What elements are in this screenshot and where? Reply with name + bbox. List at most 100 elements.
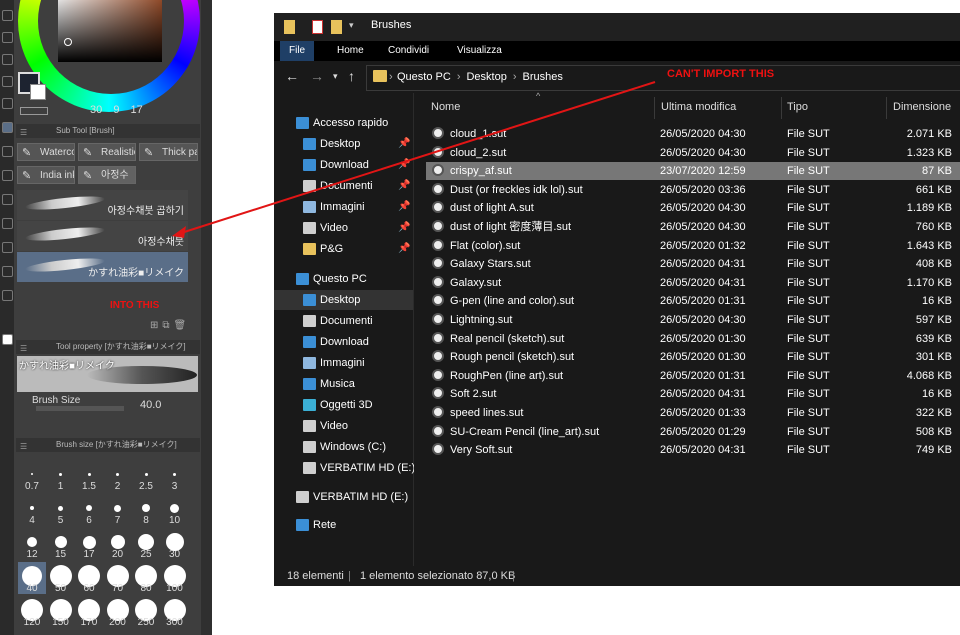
nav-item-documenti[interactable]: Documenti 📌 [274,176,413,196]
nav-item-video[interactable]: Video 📌 [274,218,413,238]
brush-size-option[interactable]: 5 [47,494,75,526]
brush-size-option[interactable]: 4 [18,494,46,526]
brush-size-option[interactable]: 15 [47,528,75,560]
file-row[interactable]: G-pen (line and color).sut 26/05/2020 01:… [426,292,960,310]
brush-size-option[interactable]: 40 [18,562,46,594]
brush-size-option[interactable]: 3 [161,460,189,492]
transparent-color-swatch[interactable] [20,107,48,115]
brush-size-slider[interactable] [36,406,124,411]
brush-size-option[interactable]: 300 [161,596,189,628]
tool-icon[interactable] [2,10,13,21]
breadcrumb-desktop[interactable]: Desktop [466,71,506,83]
nav-item-verbatim-drive[interactable]: VERBATIM HD (E:) [274,487,413,507]
subtool-tab-india-ink[interactable]: ✎ India ink [17,166,75,184]
subtool-tab-korean[interactable]: ✎ 아정수 [78,166,136,184]
file-row[interactable]: Rough pencil (sketch).sut 26/05/2020 01:3… [426,348,960,366]
back-icon[interactable]: ← [285,68,299,84]
brush-size-option[interactable]: 12 [18,528,46,560]
nav-item-documenti[interactable]: Documenti [274,311,413,331]
tool-icon[interactable] [2,194,13,205]
quick-access-dropdown-icon[interactable]: ▾ [349,20,354,34]
file-row[interactable]: SU-Cream Pencil (line_art).sut 26/05/2020… [426,423,960,441]
column-modified[interactable]: Ultima modifica [661,101,736,113]
brush-size-option[interactable]: 7 [104,494,132,526]
file-row[interactable]: cloud_2.sut 26/05/2020 04:30 File SUT 1.323… [426,144,960,162]
recent-locations-icon[interactable]: ▾ [333,71,338,82]
nav-item-desktop[interactable]: Desktop 📌 [274,134,413,154]
tool-icon[interactable] [2,266,13,277]
tab-view[interactable]: Visualizza [448,41,511,61]
file-row[interactable]: cloud_1.sut 26/05/2020 04:30 File SUT 2.071… [426,125,960,143]
menu-icon[interactable]: ☰ [20,126,27,138]
sub-color-swatch[interactable] [30,84,46,100]
brush-size-option[interactable]: 30 [161,528,189,560]
breadcrumb-this-pc[interactable]: Questo PC [397,71,451,83]
brush-size-option[interactable]: 25 [132,528,160,560]
brush-size-option[interactable]: 70 [104,562,132,594]
color-cursor[interactable] [64,38,72,46]
brush-item-selected[interactable]: かすれ油彩■リメイク [17,252,188,282]
file-row[interactable]: dust of light 密度薄目.sut 26/05/2020 04:30 Fi… [426,218,960,236]
nav-item-musica[interactable]: Musica [274,374,413,394]
brush-size-option[interactable]: 80 [132,562,160,594]
file-row[interactable]: Flat (color).sut 26/05/2020 01:32 File SUT… [426,237,960,255]
nav-item-immagini[interactable]: Immagini 📌 [274,197,413,217]
column-size[interactable]: Dimensione [893,101,951,113]
brush-size-option[interactable]: 8 [132,494,160,526]
brush-size-option[interactable]: 100 [161,562,189,594]
tool-icon[interactable] [2,218,13,229]
file-row[interactable]: Galaxy.sut 26/05/2020 04:31 File SUT 1.170 … [426,274,960,292]
file-row[interactable]: speed lines.sut 26/05/2020 01:33 File SUT 3… [426,404,960,422]
brush-size-option[interactable]: 200 [104,596,132,628]
panel-scrollbar[interactable] [201,0,212,635]
file-row[interactable]: Dust (or freckles idk lol).sut 26/05/2020… [426,181,960,199]
subtool-tab-thick-paint[interactable]: ✎ Thick paint [139,143,198,161]
brush-size-option[interactable]: 1 [47,460,75,492]
subtool-tab-realistic[interactable]: ✎ Realistic [78,143,136,161]
menu-icon[interactable]: ☰ [20,342,27,354]
nav-item-verbatim-hd-e-[interactable]: VERBATIM HD (E:) [274,458,415,478]
tool-icon[interactable] [2,98,13,109]
nav-item-download[interactable]: Download 📌 [274,155,413,175]
brush-size-option[interactable]: 50 [47,562,75,594]
file-row[interactable]: Real pencil (sketch).sut 26/05/2020 01:30… [426,330,960,348]
brush-size-option[interactable]: 170 [75,596,103,628]
nav-item-oggetti-3d[interactable]: Oggetti 3D [274,395,413,415]
nav-item-desktop[interactable]: Desktop [274,290,413,310]
brush-size-value[interactable]: 40.0 [140,399,161,411]
file-row[interactable]: Galaxy Stars.sut 26/05/2020 04:31 File SUT… [426,255,960,273]
properties-icon[interactable] [312,20,323,34]
nav-item-network[interactable]: Rete [274,515,413,535]
tool-icon[interactable] [2,146,13,157]
saturation-value-square[interactable] [58,0,162,62]
address-bar[interactable]: › Questo PC › Desktop › Brushes [366,65,960,91]
brush-size-option[interactable]: 17 [75,528,103,560]
brush-item[interactable]: 아정수채붓 곱하기 [17,190,188,220]
brush-size-option[interactable]: 250 [132,596,160,628]
nav-item-download[interactable]: Download [274,332,413,352]
nav-item-windows-c-[interactable]: Windows (C:) [274,437,413,457]
subtool-tab-watercolor[interactable]: ✎ Watercolor [17,143,75,161]
brush-size-option[interactable]: 2 [104,460,132,492]
tool-icon[interactable] [2,32,13,43]
brush-size-option[interactable]: 120 [18,596,46,628]
tab-file[interactable]: File [280,41,315,61]
tool-icon[interactable] [2,54,13,65]
subtool-buttons[interactable]: ⊞⧉🗑 [150,320,190,331]
brush-size-option[interactable]: 0.7 [18,460,46,492]
color-swatch-icon[interactable] [2,334,13,345]
menu-icon[interactable]: ☰ [20,440,27,452]
brush-size-option[interactable]: 150 [47,596,75,628]
brush-size-option[interactable]: 1.5 [75,460,103,492]
tab-home[interactable]: Home [328,41,373,61]
file-row[interactable]: Soft 2.sut 26/05/2020 04:31 File SUT 16 KB [426,385,960,403]
forward-icon[interactable]: → [310,68,324,84]
file-row[interactable]: dust of light A.sut 26/05/2020 04:30 File … [426,199,960,217]
brush-size-option[interactable]: 2.5 [132,460,160,492]
tool-icon[interactable] [2,242,13,253]
nav-item-immagini[interactable]: Immagini [274,353,413,373]
file-row[interactable]: Very Soft.sut 26/05/2020 04:31 File SUT 749… [426,441,960,459]
file-row[interactable]: RoughPen (line art).sut 26/05/2020 01:31 F… [426,367,960,385]
brush-size-option[interactable]: 6 [75,494,103,526]
nav-item-quick-access[interactable]: Accesso rapido [274,113,413,133]
